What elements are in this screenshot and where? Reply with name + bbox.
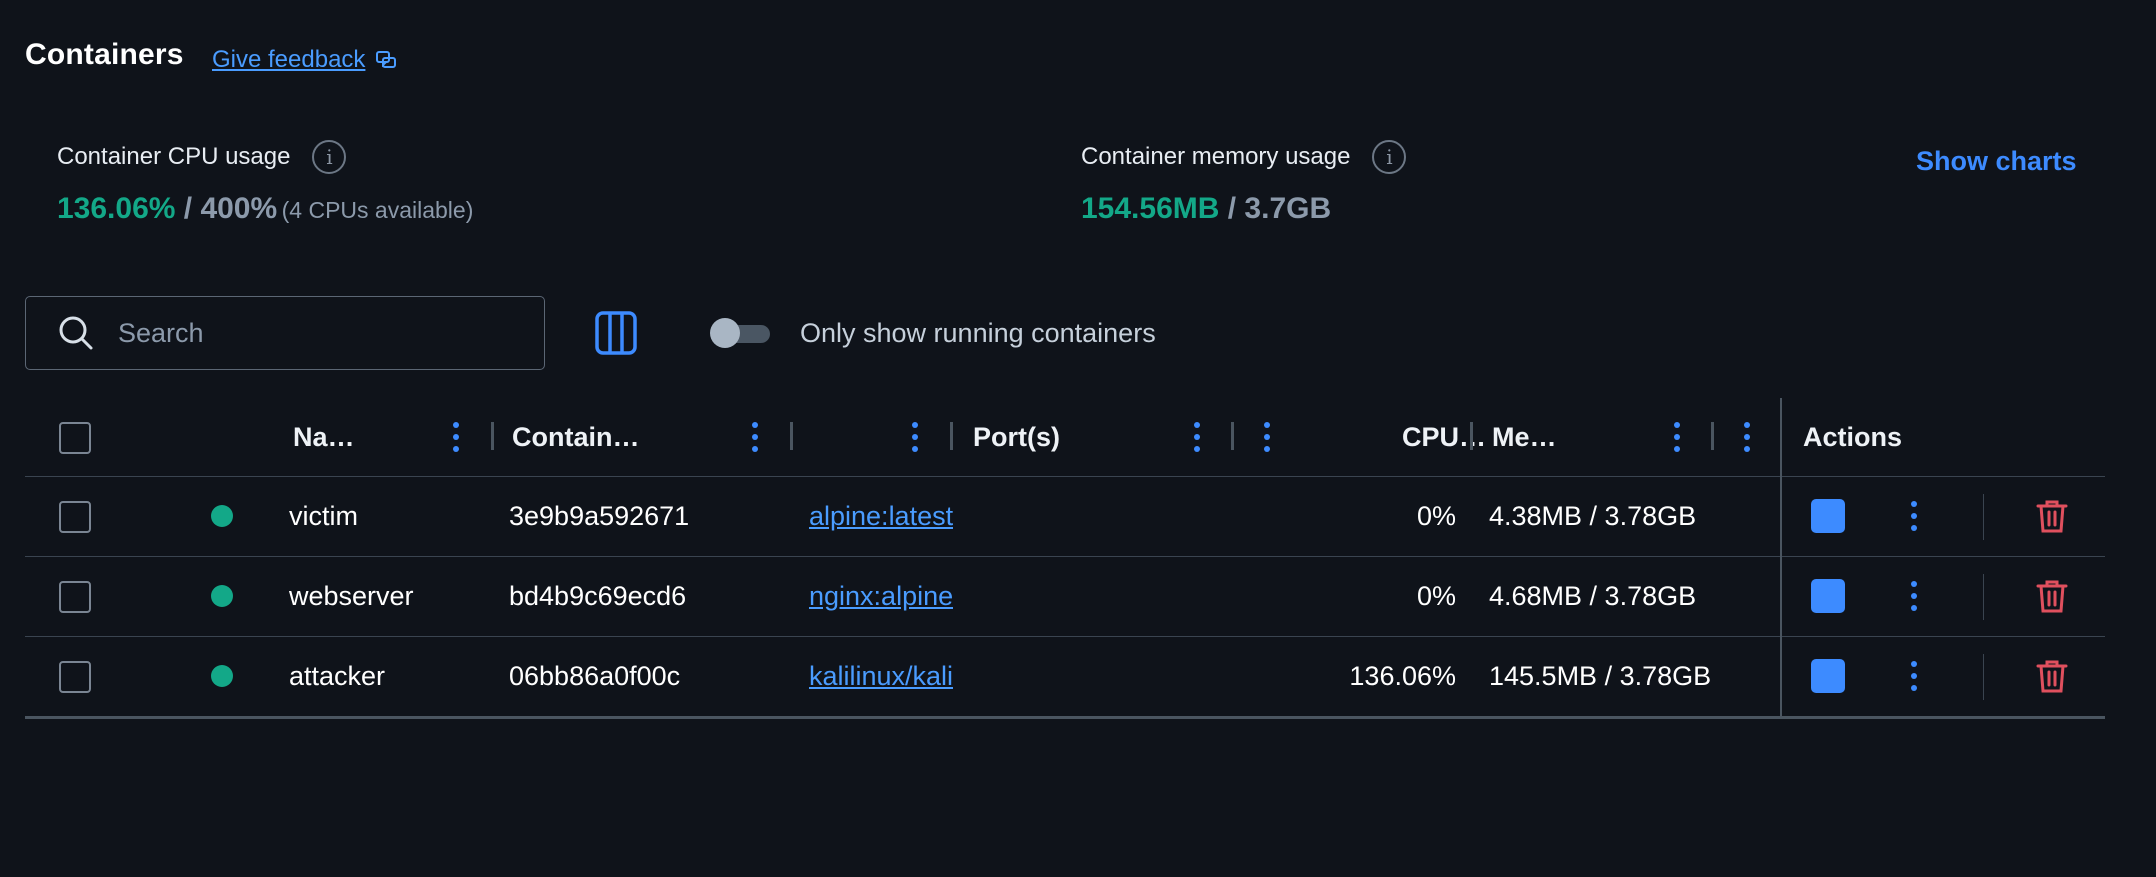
stop-button[interactable] <box>1811 659 1845 693</box>
column-menu-cpu[interactable] <box>1262 422 1272 452</box>
column-menu-memory[interactable] <box>1672 422 1682 452</box>
columns-icon[interactable] <box>595 311 637 355</box>
column-menu-image[interactable] <box>910 422 920 452</box>
stop-button[interactable] <box>1811 499 1845 533</box>
column-resizer[interactable] <box>1231 422 1234 450</box>
actions-divider <box>1780 398 1782 718</box>
feedback-icon <box>376 51 397 68</box>
table-divider <box>25 716 2105 719</box>
row-checkbox[interactable] <box>59 501 91 533</box>
container-cpu: 0% <box>1416 501 1456 531</box>
column-header-memory[interactable]: Me… <box>1492 422 1557 453</box>
search-box[interactable] <box>25 296 545 370</box>
stop-button[interactable] <box>1811 579 1845 613</box>
container-name[interactable]: victim <box>289 501 358 532</box>
row-checkbox[interactable] <box>59 581 91 613</box>
column-header-name[interactable]: Na… <box>293 422 355 453</box>
container-cpu: 0% <box>1416 581 1456 611</box>
memory-usage-section: Container memory usage i 154.56MB / 3.7G… <box>1081 140 1407 226</box>
status-running-dot <box>211 665 233 687</box>
running-only-toggle[interactable] <box>710 318 772 348</box>
running-only-label: Only show running containers <box>800 318 1156 348</box>
give-feedback-label: Give feedback <box>212 46 366 73</box>
search-input[interactable] <box>116 316 500 350</box>
column-menu-extra[interactable] <box>1742 422 1752 452</box>
info-icon[interactable]: i <box>1372 140 1407 174</box>
column-resizer[interactable] <box>1711 422 1714 450</box>
column-menu-name[interactable] <box>451 422 461 452</box>
search-icon <box>59 316 93 350</box>
table-divider <box>25 636 2105 637</box>
action-divider <box>1983 654 1984 700</box>
containers-table: Na… Contain… Port(s) CPU… Me… Actions vi… <box>25 398 2105 719</box>
row-menu-button[interactable] <box>1909 581 1919 611</box>
container-memory: 4.68MB / 3.78GB <box>1489 581 1697 611</box>
toggle-knob <box>710 318 740 348</box>
cpu-usage-section: Container CPU usage i 136.06% / 400% (4 … <box>57 140 473 226</box>
column-resizer[interactable] <box>491 422 494 450</box>
container-name[interactable]: attacker <box>289 661 385 692</box>
table-divider <box>25 476 2105 477</box>
status-running-dot <box>211 585 233 607</box>
column-resizer[interactable] <box>1470 422 1473 450</box>
trash-icon[interactable] <box>2034 658 2070 694</box>
container-id: bd4b9c69ecd6 <box>509 581 687 611</box>
container-cpu: 136.06% <box>1349 661 1456 691</box>
row-menu-button[interactable] <box>1909 661 1919 691</box>
action-divider <box>1983 494 1984 540</box>
column-menu-container-id[interactable] <box>750 422 760 452</box>
container-memory: 145.5MB / 3.78GB <box>1489 661 1711 691</box>
column-header-container-id[interactable]: Contain… <box>512 422 640 453</box>
memory-used-value: 154.56MB <box>1081 192 1220 225</box>
container-memory: 4.38MB / 3.78GB <box>1489 501 1697 531</box>
cpu-usage-label: Container CPU usage <box>57 143 291 170</box>
show-charts-button[interactable]: Show charts <box>1916 146 2077 177</box>
image-link[interactable]: alpine:latest <box>809 501 953 532</box>
action-divider <box>1983 574 1984 620</box>
memory-usage-label: Container memory usage <box>1081 143 1351 170</box>
give-feedback-link[interactable]: Give feedback <box>212 46 397 74</box>
container-name[interactable]: webserver <box>289 581 414 612</box>
image-link[interactable]: kalilinux/kali-rolling <box>809 661 953 692</box>
container-id: 06bb86a0f00c <box>509 661 681 691</box>
image-link[interactable]: nginx:alpine <box>809 581 953 612</box>
cpu-used-value: 136.06% <box>57 192 176 225</box>
row-checkbox[interactable] <box>59 661 91 693</box>
trash-icon[interactable] <box>2034 578 2070 614</box>
cpu-total-value: / 400% <box>175 192 278 225</box>
page-title: Containers <box>25 38 184 71</box>
column-header-ports[interactable]: Port(s) <box>973 422 1060 453</box>
memory-total-value: / 3.7GB <box>1219 192 1332 225</box>
cpu-note: (4 CPUs available) <box>281 197 474 223</box>
status-running-dot <box>211 505 233 527</box>
column-menu-ports[interactable] <box>1192 422 1202 452</box>
info-icon[interactable]: i <box>312 140 347 174</box>
column-resizer[interactable] <box>950 422 953 450</box>
container-id: 3e9b9a592671 <box>509 501 690 531</box>
column-resizer[interactable] <box>790 422 793 450</box>
column-header-actions: Actions <box>1803 422 1903 452</box>
table-divider <box>25 556 2105 557</box>
trash-icon[interactable] <box>2034 498 2070 534</box>
row-menu-button[interactable] <box>1909 501 1919 531</box>
select-all-checkbox[interactable] <box>59 422 91 454</box>
